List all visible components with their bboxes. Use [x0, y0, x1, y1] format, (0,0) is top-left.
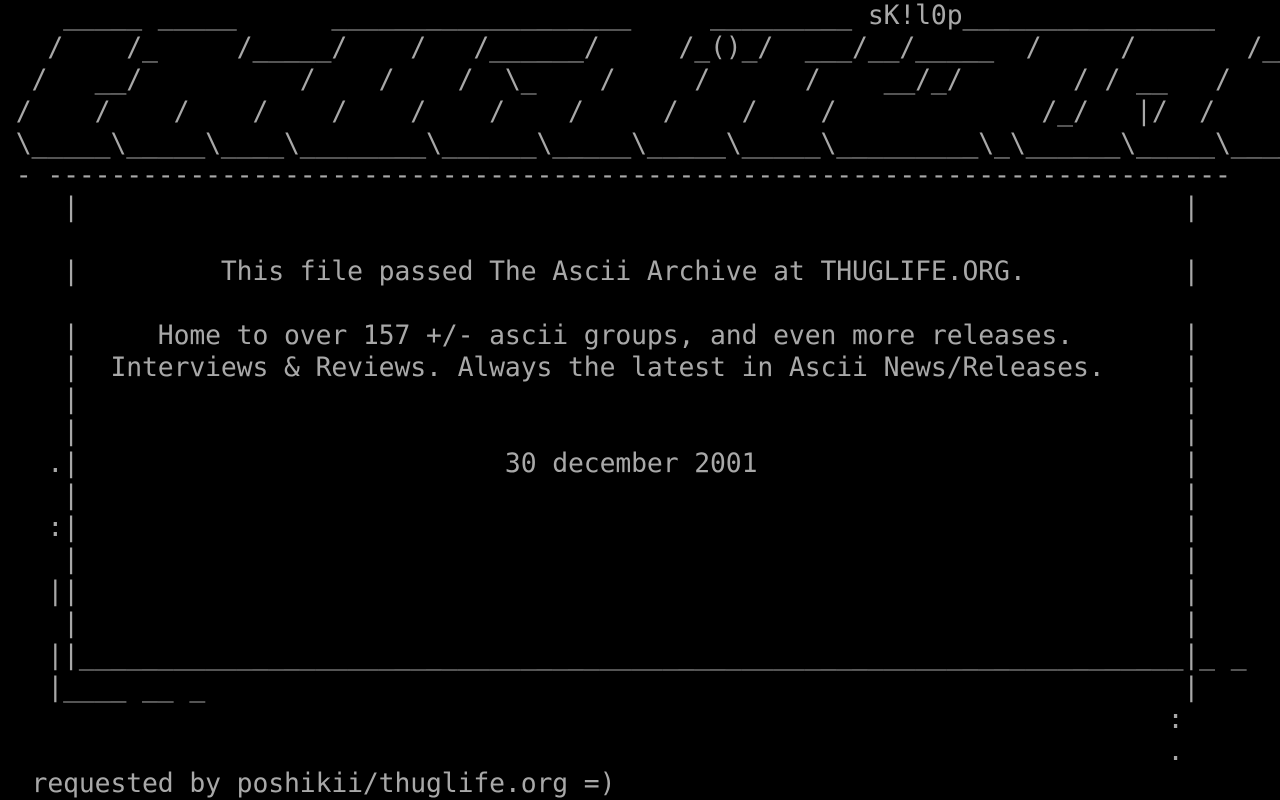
ascii-line: | This file passed The Ascii Archive at … [0, 256, 1200, 287]
ascii-line: | | [0, 384, 1200, 415]
ascii-line: requested by poshikii/thuglife.org =) [0, 768, 616, 799]
ascii-line: | | [0, 480, 1200, 511]
ascii-line: | | [0, 608, 1200, 639]
ascii-line: | | [0, 544, 1200, 575]
ascii-line: | Interviews & Reviews. Always the lates… [0, 352, 1200, 383]
ascii-line: | Home to over 157 +/- ascii groups, and… [0, 320, 1200, 351]
ascii-line: / /_ /_____/ / /______/ /_()_/ ___/__/__… [0, 32, 1280, 63]
ascii-line: | | [0, 192, 1200, 223]
ascii-line: / __/ / / / \_ / / / __/_/ / / __ / _ / … [31, 64, 1231, 95]
ascii-line: : [0, 704, 1184, 735]
ascii-line: \_____\_____\____\________\______\_____\… [0, 128, 1280, 159]
ascii-art-text: _____ _____ ___________________ ________… [0, 0, 1280, 800]
ascii-line: || | [0, 576, 1200, 607]
ascii-line: |____ __ _ | [0, 672, 1200, 703]
dos-terminal-screen: _____ _____ ___________________ ________… [0, 0, 1280, 800]
ascii-line: :| | [0, 512, 1200, 543]
ascii-line: .| 30 december 2001 | [0, 448, 1200, 479]
ascii-line: . [0, 736, 1184, 767]
ascii-line: / / / / / / / / / / / /_/ |/ / |/ _/ / [15, 96, 1280, 127]
ascii-line: _____ _____ ___________________ ________… [0, 0, 1215, 31]
ascii-line: | | [0, 416, 1200, 447]
ascii-line: ||______________________________________… [0, 640, 1247, 671]
ascii-line: - --------------------------------------… [0, 160, 1231, 191]
